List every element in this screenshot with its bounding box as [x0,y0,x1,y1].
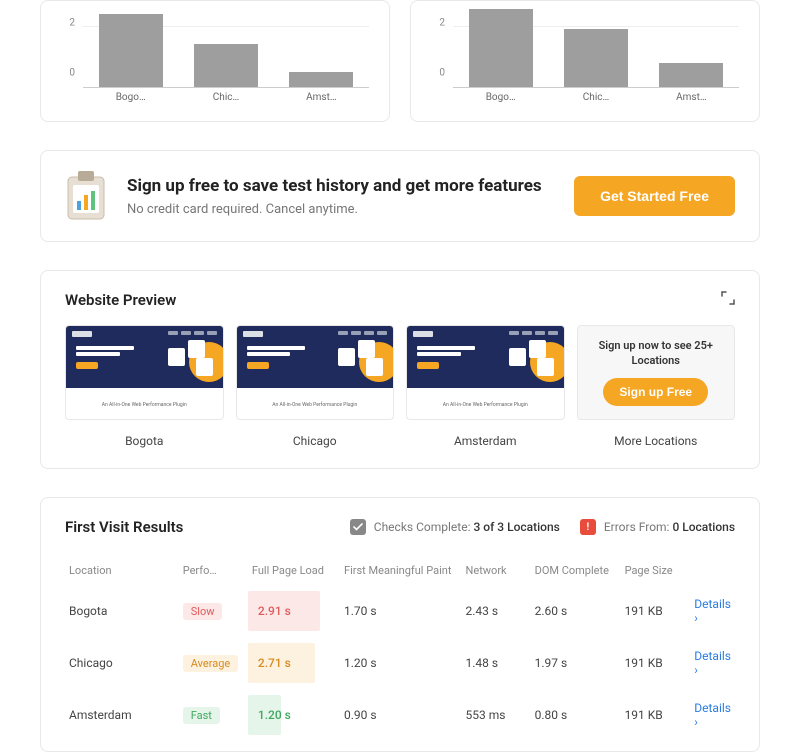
chart-bar [194,44,258,87]
get-started-free-button[interactable]: Get Started Free [574,176,735,216]
th-first-meaningful-paint: First Meaningful Paint [340,556,462,585]
details-link[interactable]: Details [694,649,731,677]
cell-network: 553 ms [462,689,531,741]
cell-fmp: 0.90 s [340,689,462,741]
thumb-label: Amsterdam [406,434,565,448]
y-tick: 0 [439,68,445,79]
chart-bar [564,29,628,87]
cell-dom: 2.60 s [531,585,621,637]
th-dom-complete: DOM Complete [531,556,621,585]
signup-locations-card: Sign up now to see 25+ Locations Sign up… [577,325,736,420]
preview-signup-col: Sign up now to see 25+ Locations Sign up… [577,325,736,448]
cell-network: 1.48 s [462,637,531,689]
preview-thumbnail[interactable]: An All-in-One Web Performance Plugin [65,325,224,420]
chart-bar [289,72,353,87]
signup-locations-text: Sign up now to see 25+ Locations [586,339,727,368]
preview-thumbnail[interactable]: An All-in-One Web Performance Plugin [406,325,565,420]
y-tick: 2 [439,18,445,29]
table-row: Bogota Slow 2.91 s 1.70 s 2.43 s 2.60 s … [65,585,735,637]
th-full-page-load: Full Page Load [248,556,340,585]
chart-panel-left: 0 2 Bogo…Chic…Amst… [40,0,390,122]
chart-bar [659,63,723,87]
cell-network: 2.43 s [462,585,531,637]
cell-size: 191 KB [621,637,691,689]
first-visit-results-panel: First Visit Results Checks Complete: 3 o… [40,497,760,752]
preview-thumbnail[interactable]: An All-in-One Web Performance Plugin [236,325,395,420]
table-row: Amsterdam Fast 1.20 s 0.90 s 553 ms 0.80… [65,689,735,741]
results-title: First Visit Results [65,518,350,536]
cell-fmp: 1.70 s [340,585,462,637]
cta-subtitle: No credit card required. Cancel anytime. [127,202,554,217]
x-label: Amst… [644,92,739,106]
performance-badge: Fast [183,707,220,724]
chart-panel-right: 0 2 Bogo…Chic…Amst… [410,0,760,122]
cell-dom: 0.80 s [531,689,621,741]
preview-thumb-col: An All-in-One Web Performance Plugin Bog… [65,325,224,448]
error-icon: ! [580,519,596,535]
cell-full-page-load: 1.20 s [248,689,340,741]
errors-from-text: Errors From: 0 Locations [604,520,735,534]
performance-badge: Slow [183,603,223,620]
clipboard-chart-icon [65,171,107,221]
cell-location: Bogota [65,585,179,637]
cell-size: 191 KB [621,585,691,637]
bar-chart-right: 0 2 Bogo…Chic…Amst… [431,11,739,106]
cell-performance: Fast [179,689,248,741]
details-link[interactable]: Details [694,597,731,625]
details-link[interactable]: Details [694,701,731,729]
preview-thumb-col: An All-in-One Web Performance Plugin Ams… [406,325,565,448]
th-page-size: Page Size [621,556,691,585]
th-location: Location [65,556,179,585]
th-performance: Perfo… [179,556,248,585]
preview-thumb-col: An All-in-One Web Performance Plugin Chi… [236,325,395,448]
cell-fmp: 1.20 s [340,637,462,689]
cell-dom: 1.97 s [531,637,621,689]
more-locations-label: More Locations [577,434,736,448]
preview-thumbnails: An All-in-One Web Performance Plugin Bog… [65,325,735,448]
thumb-label: Chicago [236,434,395,448]
bar-chart-left: 0 2 Bogo…Chic…Amst… [61,11,369,106]
chart-bar [469,9,533,87]
cell-size: 191 KB [621,689,691,741]
signup-cta-banner: Sign up free to save test history and ge… [40,150,760,242]
signup-free-button[interactable]: Sign up Free [603,378,708,406]
cell-full-page-load: 2.71 s [248,637,340,689]
x-label: Chic… [178,92,273,106]
chart-bar [99,14,163,87]
check-complete-icon [350,519,366,535]
y-tick: 2 [69,18,75,29]
cell-location: Amsterdam [65,689,179,741]
cell-performance: Average [179,637,248,689]
table-row: Chicago Average 2.71 s 1.20 s 1.48 s 1.9… [65,637,735,689]
cell-full-page-load: 2.91 s [248,585,340,637]
x-label: Bogo… [453,92,548,106]
cell-performance: Slow [179,585,248,637]
cta-title: Sign up free to save test history and ge… [127,176,554,196]
results-table: Location Perfo… Full Page Load First Mea… [65,556,735,741]
expand-icon[interactable] [721,291,735,309]
cell-location: Chicago [65,637,179,689]
y-tick: 0 [69,68,75,79]
th-network: Network [462,556,531,585]
preview-title: Website Preview [65,291,176,309]
performance-badge: Average [183,655,239,672]
x-label: Chic… [548,92,643,106]
checks-complete-text: Checks Complete: 3 of 3 Locations [374,520,560,534]
website-preview-panel: Website Preview An All-in-One Web Perfor… [40,270,760,469]
x-label: Amst… [274,92,369,106]
results-tbody: Bogota Slow 2.91 s 1.70 s 2.43 s 2.60 s … [65,585,735,741]
x-label: Bogo… [83,92,178,106]
thumb-label: Bogota [65,434,224,448]
